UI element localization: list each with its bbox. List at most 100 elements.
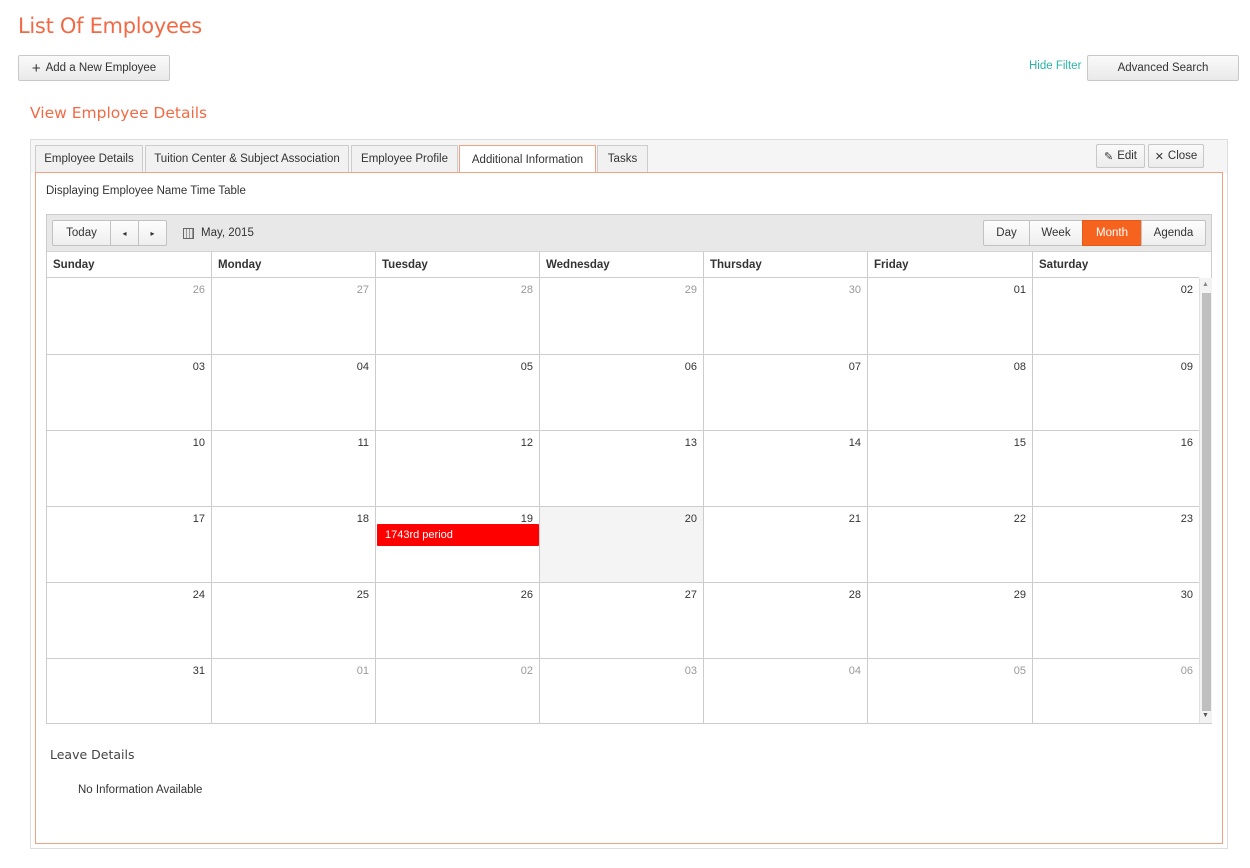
calendar-scrollbar[interactable]: ▲ ▼ <box>1199 278 1212 723</box>
day-header-saturday: Saturday <box>1032 252 1199 278</box>
next-button[interactable]: ▸ <box>138 220 167 246</box>
day-cell[interactable]: 29 <box>867 582 1032 658</box>
day-cell[interactable]: 24 <box>47 582 211 658</box>
day-cell[interactable]: 13 <box>539 430 703 506</box>
edit-button[interactable]: ✎ Edit <box>1096 144 1145 168</box>
day-cell[interactable]: 05 <box>375 354 539 430</box>
day-cell[interactable]: 08 <box>867 354 1032 430</box>
day-number: 01 <box>1013 284 1026 296</box>
day-number: 11 <box>357 437 369 449</box>
day-cell[interactable]: 19 1743rd period <box>375 506 539 582</box>
day-cell[interactable]: 28 <box>375 278 539 354</box>
day-cell[interactable]: 23 <box>1032 506 1199 582</box>
day-cell[interactable]: 29 <box>539 278 703 354</box>
day-cell[interactable]: 06 <box>539 354 703 430</box>
day-number: 30 <box>848 284 861 296</box>
day-number: 21 <box>848 513 861 525</box>
day-number: 29 <box>684 284 697 296</box>
tab-tasks[interactable]: Tasks <box>597 145 648 172</box>
advanced-search-button[interactable]: Advanced Search <box>1087 55 1239 81</box>
day-header-friday: Friday <box>867 252 1032 278</box>
scrollbar-thumb[interactable] <box>1202 293 1211 711</box>
close-label: Close <box>1167 150 1198 162</box>
day-number: 28 <box>520 284 533 296</box>
day-number: 05 <box>1013 665 1026 677</box>
day-number: 27 <box>356 284 369 296</box>
day-cell[interactable]: 05 <box>867 658 1032 723</box>
day-cell[interactable]: 09 <box>1032 354 1199 430</box>
tab-tuition-center[interactable]: Tuition Center & Subject Association <box>145 145 349 172</box>
scroll-up-icon[interactable]: ▲ <box>1202 281 1209 288</box>
day-number: 13 <box>684 437 697 449</box>
day-cell[interactable]: 10 <box>47 430 211 506</box>
day-number: 09 <box>1180 361 1193 373</box>
day-cell[interactable]: 26 <box>375 582 539 658</box>
day-cell[interactable]: 27 <box>539 582 703 658</box>
day-number: 14 <box>848 437 861 449</box>
day-cell[interactable]: 28 <box>703 582 867 658</box>
day-cell[interactable]: 21 <box>703 506 867 582</box>
view-month-button[interactable]: Month <box>1082 220 1142 246</box>
day-cell[interactable]: 25 <box>211 582 375 658</box>
tab-additional-information[interactable]: Additional Information <box>459 145 596 173</box>
tab-employee-details[interactable]: Employee Details <box>35 145 143 172</box>
day-cell[interactable]: 03 <box>47 354 211 430</box>
day-cell[interactable]: 26 <box>47 278 211 354</box>
day-number: 25 <box>356 589 369 601</box>
view-day-button[interactable]: Day <box>983 220 1030 246</box>
today-button[interactable]: Today <box>52 220 111 246</box>
day-cell[interactable]: 01 <box>867 278 1032 354</box>
day-cell[interactable]: 11 <box>211 430 375 506</box>
day-cell[interactable]: 30 <box>1032 582 1199 658</box>
day-cell[interactable]: 16 <box>1032 430 1199 506</box>
calendar-event[interactable]: 1743rd period <box>377 524 539 546</box>
day-cell[interactable]: 06 <box>1032 658 1199 723</box>
day-cell[interactable]: 01 <box>211 658 375 723</box>
view-agenda-button[interactable]: Agenda <box>1141 220 1206 246</box>
day-number: 06 <box>1180 665 1193 677</box>
day-number: 20 <box>684 513 697 525</box>
calendar-icon <box>183 227 194 239</box>
day-number: 06 <box>684 361 697 373</box>
day-number: 10 <box>192 437 205 449</box>
day-number: 12 <box>520 437 533 449</box>
day-cell[interactable]: 07 <box>703 354 867 430</box>
day-cell[interactable]: 27 <box>211 278 375 354</box>
day-cell[interactable]: 03 <box>539 658 703 723</box>
day-cell[interactable]: 31 <box>47 658 211 723</box>
day-cell[interactable]: 02 <box>1032 278 1199 354</box>
day-number: 02 <box>520 665 533 677</box>
leave-details-title: Leave Details <box>50 747 135 762</box>
day-number: 07 <box>848 361 861 373</box>
add-employee-button[interactable]: + Add a New Employee <box>18 55 170 81</box>
day-cell[interactable]: 15 <box>867 430 1032 506</box>
close-button[interactable]: ✕ Close <box>1148 144 1204 168</box>
day-cell[interactable]: 14 <box>703 430 867 506</box>
prev-button[interactable]: ◂ <box>110 220 139 246</box>
day-number: 23 <box>1180 513 1193 525</box>
section-title: View Employee Details <box>30 104 208 122</box>
tab-employee-profile[interactable]: Employee Profile <box>351 145 458 172</box>
tab-bar: Employee Details Tuition Center & Subjec… <box>31 140 1227 173</box>
day-cell[interactable]: 04 <box>703 658 867 723</box>
day-cell[interactable]: 22 <box>867 506 1032 582</box>
day-cell[interactable]: 17 <box>47 506 211 582</box>
day-cell[interactable]: 30 <box>703 278 867 354</box>
day-cell[interactable]: 04 <box>211 354 375 430</box>
day-cell[interactable]: 12 <box>375 430 539 506</box>
day-number: 28 <box>848 589 861 601</box>
month-label-text: May, 2015 <box>201 227 254 239</box>
add-employee-label: Add a New Employee <box>45 62 157 74</box>
day-header-monday: Monday <box>211 252 375 278</box>
day-cell[interactable]: 18 <box>211 506 375 582</box>
hide-filter-link[interactable]: Hide Filter <box>1029 60 1081 72</box>
day-cell[interactable]: 02 <box>375 658 539 723</box>
day-cell[interactable]: 20 <box>539 506 703 582</box>
chevron-right-icon: ▸ <box>150 228 155 238</box>
view-week-button[interactable]: Week <box>1029 220 1083 246</box>
day-number: 18 <box>356 513 369 525</box>
day-number: 24 <box>192 589 205 601</box>
employee-details-container: Employee Details Tuition Center & Subjec… <box>30 139 1228 849</box>
day-number: 16 <box>1180 437 1193 449</box>
scroll-down-icon[interactable]: ▼ <box>1202 712 1209 719</box>
